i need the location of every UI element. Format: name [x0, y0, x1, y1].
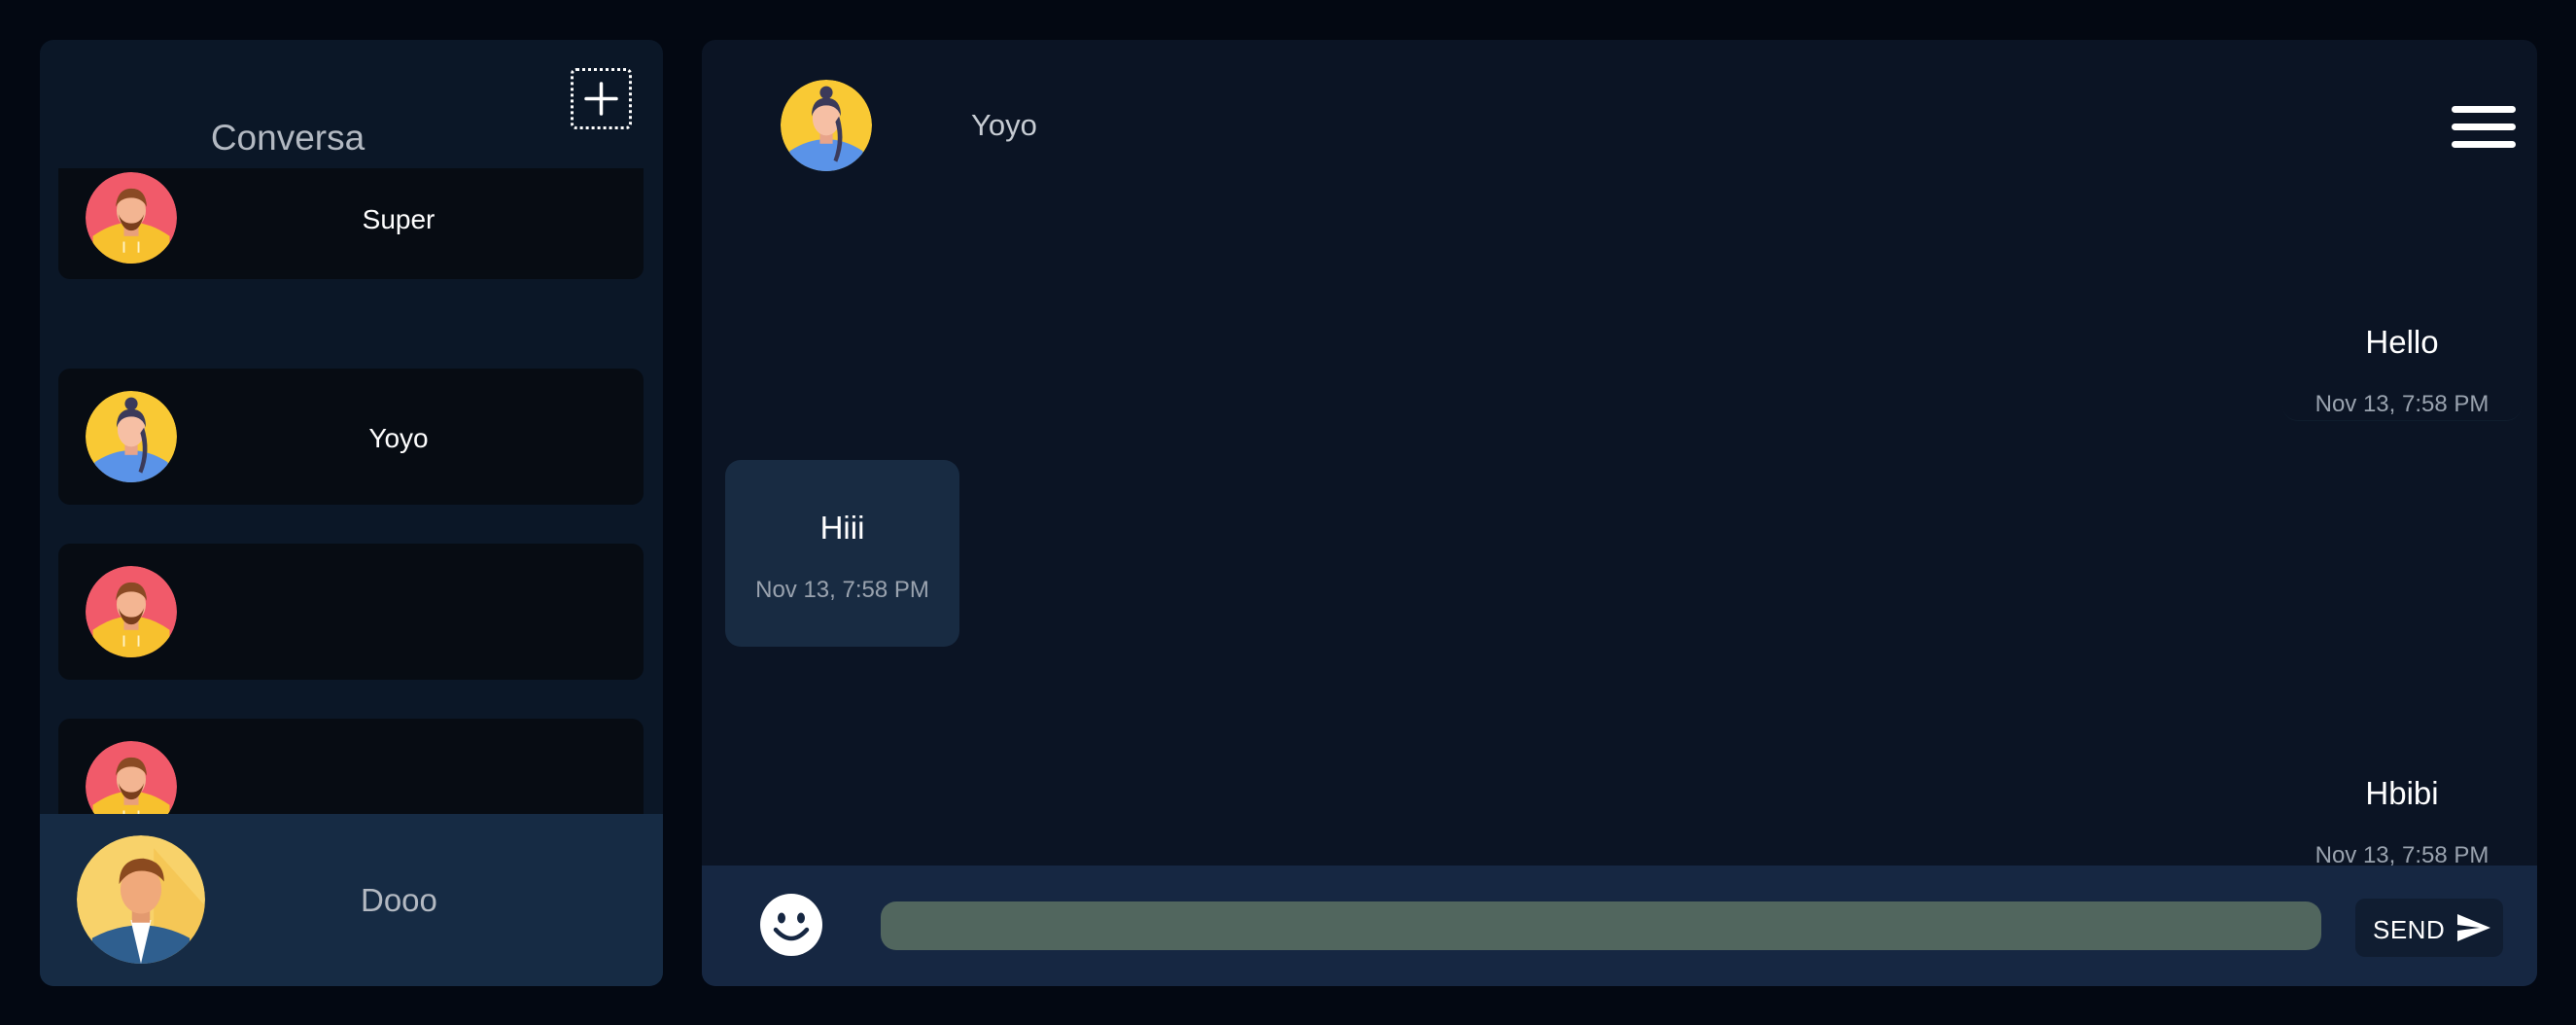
message-received: Hiii Nov 13, 7:58 PM — [725, 460, 959, 647]
message-text: Hiii — [819, 510, 865, 546]
message-text: Hello — [2365, 324, 2439, 360]
man-beard-avatar — [86, 566, 177, 657]
conversation-name: Yoyo — [368, 423, 429, 453]
conversation-list[interactable]: Super Yoyo — [40, 168, 663, 854]
chat-panel: Yoyo Hello Nov 13, 7:58 PM Hiii Nov 13, … — [702, 40, 2537, 986]
woman-ponytail-avatar — [781, 80, 872, 171]
hamburger-icon — [2452, 106, 2516, 113]
conversation-item-super[interactable]: Super — [58, 168, 644, 279]
send-button-label: SEND — [2373, 915, 2446, 944]
hamburger-menu-button[interactable] — [2452, 106, 2516, 149]
current-user-name: Dooo — [361, 882, 437, 918]
conversation-name: Super — [362, 204, 435, 234]
conversation-sidebar: Conversa Super Yoyo Dooo — [40, 40, 663, 986]
current-user-bar: Dooo — [40, 814, 663, 986]
chat-contact-name: Yoyo — [971, 108, 1037, 142]
send-button[interactable]: SEND — [2355, 899, 2503, 957]
conversation-item-yoyo[interactable]: Yoyo — [58, 369, 644, 505]
plus-icon — [584, 82, 618, 116]
woman-ponytail-avatar — [86, 391, 177, 482]
sidebar-header: Conversa — [40, 40, 663, 168]
man-beard-avatar — [86, 172, 177, 264]
message-text: Hbibi — [2365, 775, 2439, 811]
conversation-item-unnamed[interactable] — [58, 544, 644, 680]
man-suit-avatar — [77, 835, 205, 964]
new-conversation-button[interactable] — [571, 68, 632, 129]
current-user-avatar[interactable] — [77, 835, 205, 964]
message-timestamp: Nov 13, 7:58 PM — [2315, 391, 2489, 417]
message-sent: Hbibi Nov 13, 7:58 PM — [2282, 717, 2522, 868]
message-timestamp: Nov 13, 7:58 PM — [755, 577, 929, 603]
message-input[interactable] — [881, 901, 2321, 950]
message-sent: Hello Nov 13, 7:58 PM — [2282, 265, 2522, 421]
chat-header: Yoyo — [702, 40, 2537, 205]
emoji-button[interactable] — [759, 893, 823, 957]
message-composer: SEND — [702, 866, 2537, 986]
paper-plane-icon — [2457, 914, 2490, 941]
smiley-icon — [760, 894, 822, 956]
sidebar-title: Conversa — [210, 118, 366, 158]
